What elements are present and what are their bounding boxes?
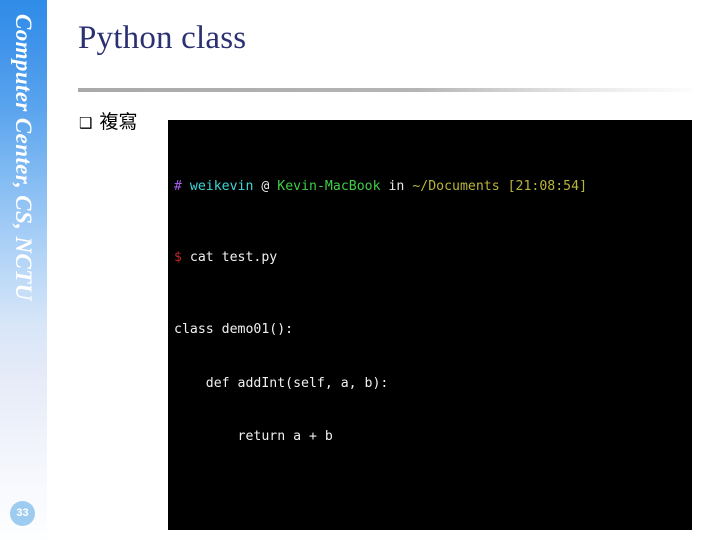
page-title: Python class xyxy=(78,20,247,56)
terminal-screenshot: # weikevin @ Kevin-MacBook in ~/Document… xyxy=(168,120,692,530)
bullet-item-label: 複寫 xyxy=(99,111,138,133)
prompt-working-dir: ~/Documents xyxy=(412,178,500,194)
terminal-command-line-1: $ cat test.py xyxy=(174,249,692,267)
prompt-timestamp: [21:08:54] xyxy=(507,178,588,194)
terminal-prompt-line-1: # weikevin @ Kevin-MacBook in ~/Document… xyxy=(174,178,692,196)
prompt-dollar-symbol: $ xyxy=(174,250,182,266)
prompt-username: weikevin xyxy=(189,178,254,194)
terminal-output: # weikevin @ Kevin-MacBook in ~/Document… xyxy=(174,124,692,530)
code-line: class demo01(): xyxy=(174,321,294,337)
command-text: cat test.py xyxy=(189,250,278,266)
brand-sidebar: Computer Center, CS, NCTU 33 xyxy=(0,0,47,540)
prompt-in-keyword: in xyxy=(388,178,405,194)
page-number-badge: 33 xyxy=(10,501,35,526)
code-line: def addInt(self, a, b): xyxy=(174,375,389,391)
title-divider xyxy=(78,88,693,92)
prompt-hash-symbol: # xyxy=(174,178,182,194)
brand-sidebar-label: Computer Center, CS, NCTU xyxy=(11,14,37,301)
code-line: return a + b xyxy=(174,429,333,445)
prompt-hostname: Kevin-MacBook xyxy=(277,178,381,194)
bullet-item: ❑ 複寫 xyxy=(79,113,137,132)
square-bullet-icon: ❑ xyxy=(79,114,93,132)
